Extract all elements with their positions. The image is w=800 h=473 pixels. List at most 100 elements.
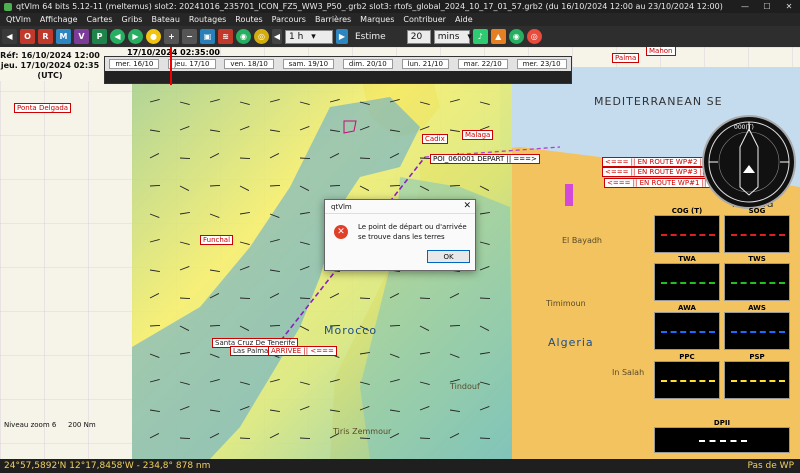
sync-icon[interactable]: ◉ [508, 29, 524, 44]
menu-parcours[interactable]: Parcours [272, 15, 306, 24]
instrument-ppc: PPC [654, 353, 720, 399]
place-label[interactable]: Cadix [422, 134, 448, 144]
wind-barb [299, 437, 311, 439]
menu-bateau[interactable]: Bateau [151, 15, 179, 24]
waypoint-status: Pas de WP [747, 461, 794, 471]
grib-timeline[interactable]: 17/10/2024 02:35:00 mer. 16/10 jeu. 17/1… [104, 47, 572, 85]
place-label[interactable]: Malaga [462, 130, 494, 140]
close-icon[interactable]: ✕ [463, 201, 471, 211]
wind-icon[interactable]: ≋ [218, 29, 233, 44]
instrument-sog: SOG [724, 207, 790, 253]
map-m-icon[interactable]: M [56, 29, 71, 44]
bell-icon[interactable]: ♪ [472, 29, 488, 44]
wind-barb [359, 157, 371, 159]
bulb-icon[interactable]: ● [146, 29, 161, 44]
warning-icon[interactable]: ▲ [490, 29, 506, 44]
wind-barb [419, 437, 431, 439]
boat-r-icon[interactable]: R [38, 29, 53, 44]
region-label: Timimoun [546, 299, 586, 308]
wind-barb [269, 325, 281, 327]
globe-icon[interactable]: ◉ [236, 29, 251, 44]
time-step-select[interactable]: 1 h ▾ [285, 29, 333, 44]
menu-gribs[interactable]: Gribs [122, 15, 143, 24]
error-dialog: qtVlm ✕ ✕ Le point de départ ou d'arrivé… [324, 199, 476, 271]
scale-label: 200 Nm [68, 421, 96, 429]
timeline-day[interactable]: mer. 16/10 [109, 59, 160, 69]
place-label[interactable]: Ponta Delgada [14, 103, 72, 113]
unit-value: mins [437, 31, 460, 42]
wind-barb [149, 185, 161, 187]
timeline-cursor[interactable] [170, 47, 172, 85]
layer-icon[interactable]: ▣ [200, 29, 215, 44]
instrument-title: SOG [748, 207, 766, 215]
compass-rose[interactable]: 000(T) [702, 115, 796, 209]
menu-qtvlm[interactable]: QtVlm [6, 15, 31, 24]
ok-button[interactable]: OK [427, 250, 470, 263]
place-label[interactable]: Mahon [646, 47, 676, 56]
back-icon[interactable]: ◀ [2, 29, 17, 44]
count-spinbox[interactable]: 20 [406, 29, 431, 44]
timeline-day[interactable]: sam. 19/10 [282, 59, 335, 69]
step-forward-icon[interactable]: ▶ [336, 29, 348, 44]
maximize-button[interactable]: ☐ [756, 0, 778, 13]
zoom-level: Niveau zoom 6 [4, 421, 57, 429]
close-window-button[interactable]: ✕ [778, 0, 800, 13]
minimize-button[interactable]: — [734, 0, 756, 13]
menu-marques[interactable]: Marques [360, 15, 394, 24]
menu-routages[interactable]: Routages [189, 15, 226, 24]
timeline-day[interactable]: mer. 23/10 [516, 59, 567, 69]
timeline-day[interactable]: mar. 22/10 [457, 59, 508, 69]
arrow-left-icon[interactable]: ◀ [110, 29, 125, 44]
instrument-psp: PSP [724, 353, 790, 399]
zoom-out-icon[interactable]: − [182, 29, 197, 44]
zoom-in-icon[interactable]: + [164, 29, 179, 44]
dialog-title: qtVlm [331, 202, 352, 211]
step-back-icon[interactable]: ◀ [272, 29, 282, 44]
time-step-value: 1 h [289, 31, 304, 42]
timeline-day[interactable]: ven. 18/10 [224, 59, 274, 69]
window-controls: — ☐ ✕ [734, 0, 800, 13]
wind-barb [389, 325, 401, 327]
wind-barb [419, 297, 431, 299]
wind-barb [269, 185, 281, 187]
timeline-day[interactable]: lun. 21/10 [401, 59, 449, 69]
menu-cartes[interactable]: Cartes [87, 15, 113, 24]
timeline-days: mer. 16/10 jeu. 17/10 ven. 18/10 sam. 19… [105, 59, 571, 69]
timeline-ticks[interactable] [105, 71, 571, 83]
timezone: (UTC) [37, 71, 63, 80]
wind-barb [389, 185, 401, 187]
boat-o-icon[interactable]: O [20, 29, 35, 44]
menu-barrieres[interactable]: Barrières [315, 15, 351, 24]
route-arrivee-label[interactable]: ARRIVEE || <=== [268, 346, 337, 356]
vlm-v-icon[interactable]: V [74, 29, 89, 44]
place-label[interactable]: Palma [612, 53, 640, 63]
region-label: Algeria [548, 336, 594, 349]
timeline-day[interactable]: jeu. 17/10 [168, 59, 216, 69]
window-title: qtVlm 64 bits 5.12-11 (meltemus) slot2: … [16, 2, 723, 11]
place-label[interactable]: Funchal [200, 235, 234, 245]
wind-barb [239, 297, 251, 299]
grib-p-icon[interactable]: P [92, 29, 107, 44]
instrument-title: DPII [713, 419, 731, 427]
menu-aide[interactable]: Aide [455, 15, 473, 24]
target-icon[interactable]: ◎ [254, 29, 269, 44]
menu-affichage[interactable]: Affichage [40, 15, 78, 24]
instrument-panel: COG (T) SOG TWA TWS AWA AWS PPC PSP DPII [646, 205, 796, 455]
region-label: Tindouf [450, 382, 480, 391]
menu-routes[interactable]: Routes [235, 15, 262, 24]
window-titlebar: qtVlm 64 bits 5.12-11 (meltemus) slot2: … [0, 0, 800, 13]
wind-barb [209, 325, 221, 327]
instrument-title: AWS [748, 304, 766, 312]
play-icon[interactable]: ▶ [128, 29, 143, 44]
wind-barb [179, 297, 191, 299]
wind-barb [299, 157, 311, 159]
timeline-day[interactable]: dim. 20/10 [342, 59, 393, 69]
wind-barb [449, 185, 461, 187]
unit-select[interactable]: mins ▾ [433, 29, 472, 44]
lifebuoy-icon[interactable]: ◎ [526, 29, 542, 44]
status-bar: 24°57,5892'N 12°17,8458'W - 234,8° 878 n… [0, 459, 800, 473]
estime-label: Estime [355, 31, 386, 42]
menu-contribuer[interactable]: Contribuer [403, 15, 446, 24]
route-depart-label[interactable]: POI_060001 DEPART || ===> [430, 154, 540, 164]
chevron-down-icon: ▾ [311, 31, 316, 42]
